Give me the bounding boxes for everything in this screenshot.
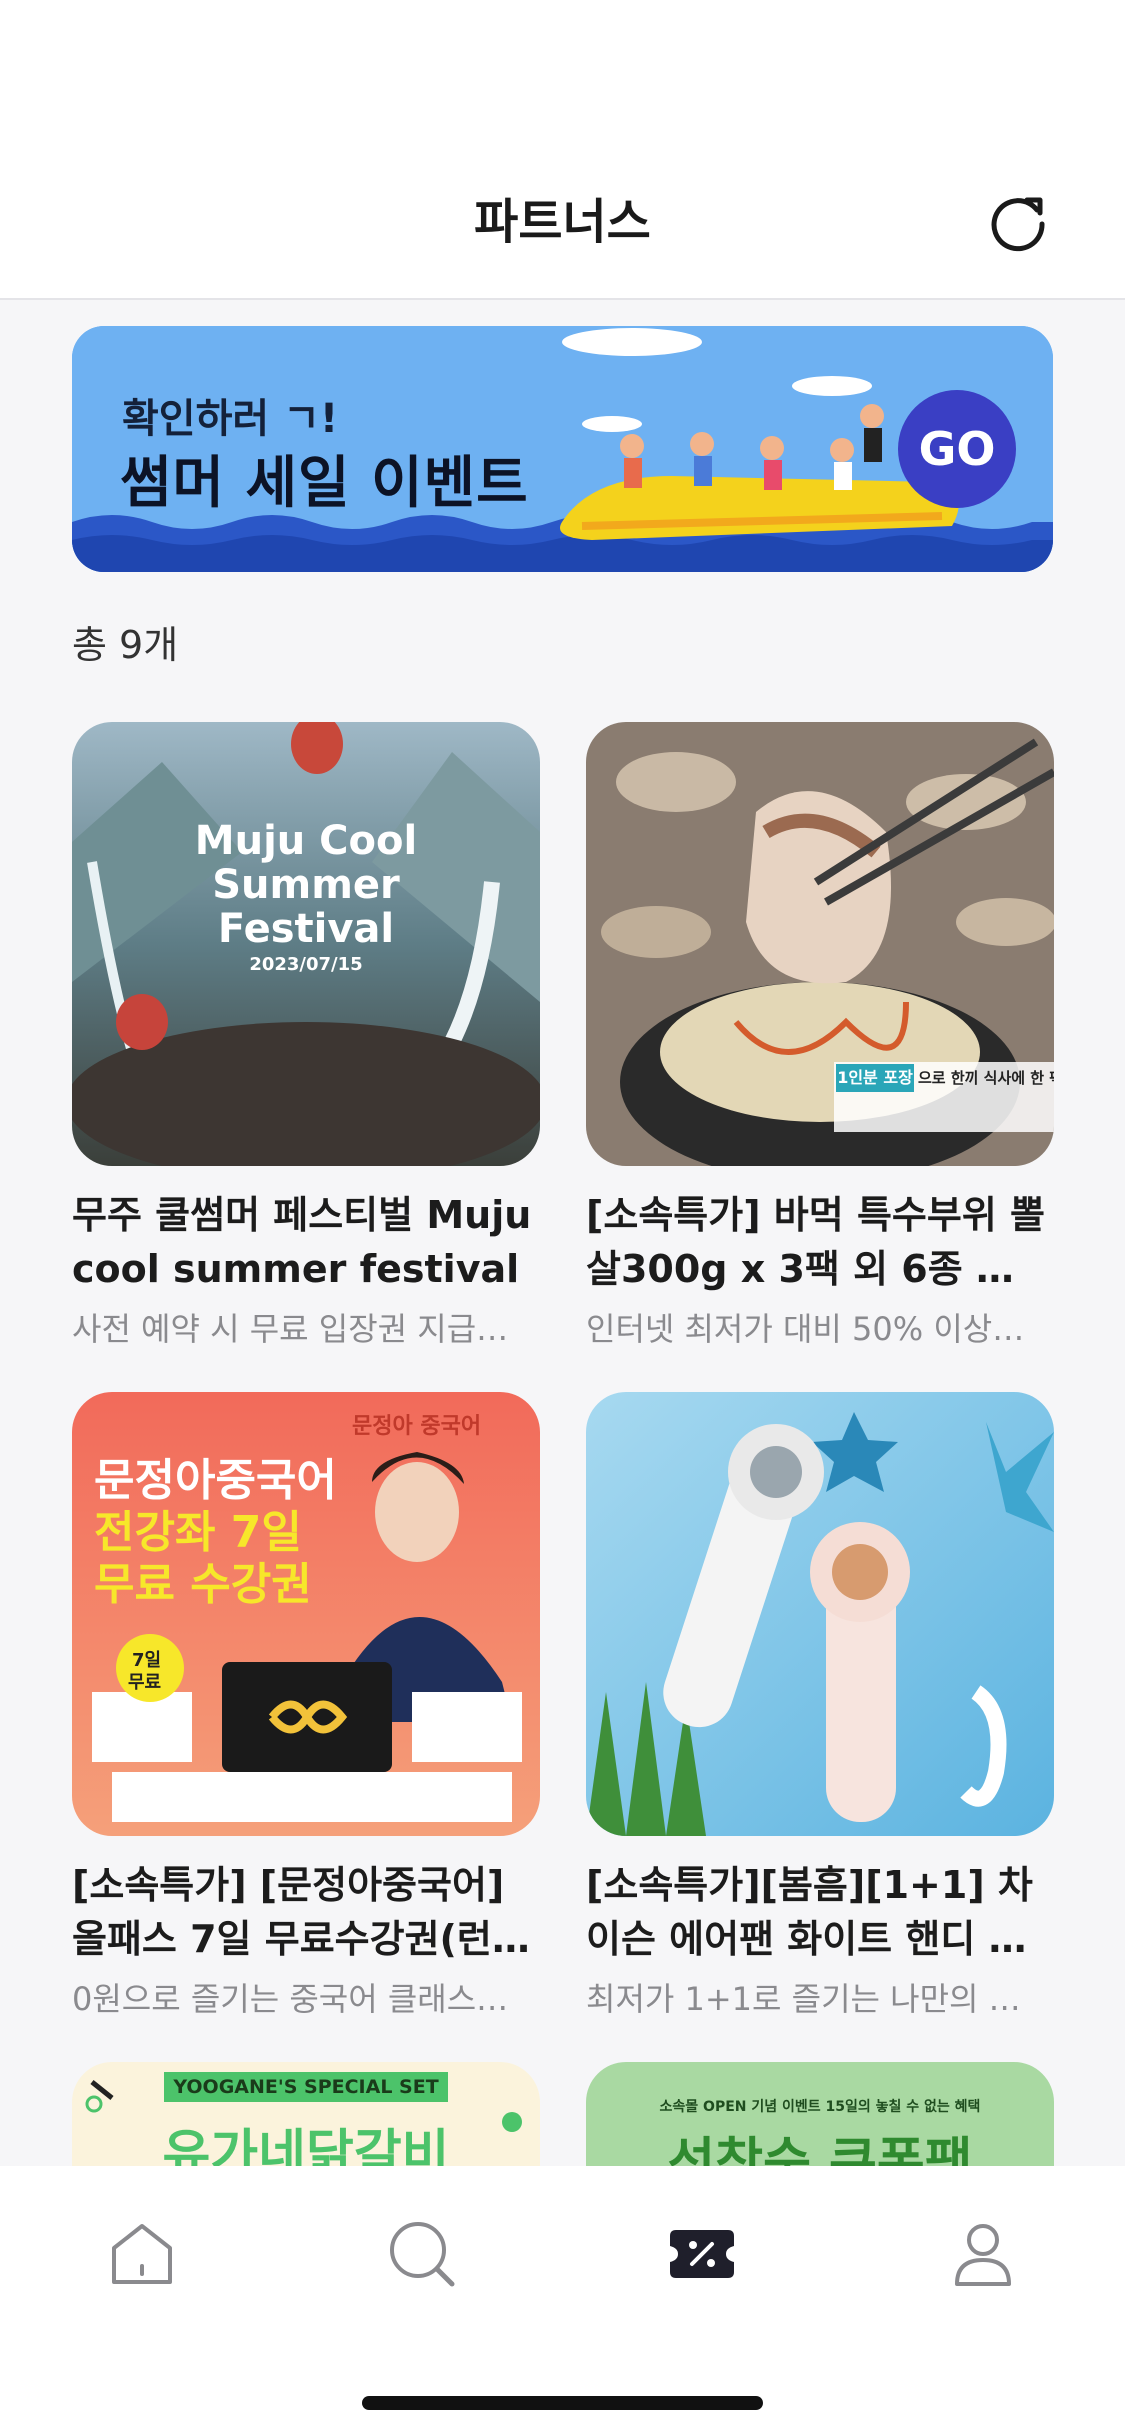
thumbnail-text: Summer bbox=[212, 862, 400, 908]
event-banner[interactable]: 확인하러 ㄱ! 썸머 세일 이벤트 GO bbox=[72, 326, 1053, 572]
thumbnail-text: Muju Cool bbox=[194, 818, 418, 864]
refresh-icon bbox=[991, 197, 1045, 252]
product-description: 0원으로 즐기는 중국어 클래스… bbox=[72, 1980, 509, 2018]
product-thumbnail: 소속몰 OPEN 기념 이벤트 15일의 놓칠 수 없는 혜택 선착순 쿠폰팩 bbox=[586, 2062, 1054, 2166]
status-bar-area bbox=[0, 0, 1125, 150]
thumbnail-badge: 1인분 포장 bbox=[836, 1064, 914, 1092]
product-description: 최저가 1+1로 즐기는 나만의 … bbox=[586, 1980, 1021, 2018]
banner-go-button[interactable]: GO bbox=[898, 390, 1016, 508]
home-indicator bbox=[362, 2396, 763, 2410]
product-thumbnail: YOOGANE'S SPECIAL SET 유가네닭갈비 bbox=[72, 2062, 540, 2166]
thumbnail-text: 무료 bbox=[128, 1672, 162, 1693]
home-icon bbox=[112, 2224, 172, 2284]
tab-coupon[interactable] bbox=[662, 2214, 742, 2294]
product-title: [소속특가][봄흠][1+1] 차이슨 에어팬 화이트 핸디 … bbox=[586, 1863, 1033, 1961]
thumbnail-text: 유가네닭갈비 bbox=[162, 2125, 450, 2166]
app-header: 파트너스 bbox=[0, 150, 1125, 300]
thumbnail-text: 으로 한끼 식사에 한 팩 bbox=[918, 1069, 1054, 1087]
tab-home[interactable] bbox=[102, 2214, 182, 2294]
thumbnail-text: 2023/07/15 bbox=[249, 954, 363, 975]
product-description: 사전 예약 시 무료 입장권 지급… bbox=[72, 1310, 509, 1348]
product-title: [소속특가] 바먹 특수부위 뽈살300g x 3팩 외 6종 … bbox=[586, 1193, 1045, 1291]
tab-profile[interactable] bbox=[943, 2214, 1023, 2294]
search-icon bbox=[390, 2222, 455, 2287]
refresh-button[interactable] bbox=[983, 186, 1053, 256]
thumbnail-text: 선착순 쿠폰팩 bbox=[667, 2133, 973, 2166]
total-count: 총 9개 bbox=[72, 623, 179, 667]
product-title: 무주 쿨썸머 페스티벌 Muju cool summer festival bbox=[72, 1193, 532, 1291]
page-title: 파트너스 bbox=[474, 194, 651, 250]
product-description: 인터넷 최저가 대비 50% 이상… bbox=[586, 1310, 1025, 1348]
thumbnail-text: 무료 수강권 bbox=[94, 1559, 312, 1610]
product-thumbnail bbox=[586, 1392, 1054, 1836]
product-thumbnail: 문정아 중국어 문정아중국어 전강좌 7일 무료 수강권 7일 무료 bbox=[72, 1392, 540, 1836]
banner-subtitle: 확인하러 ㄱ! bbox=[122, 396, 339, 442]
product-thumbnail: 1인분 포장 으로 한끼 식사에 한 팩 bbox=[586, 722, 1054, 1166]
profile-icon bbox=[955, 2224, 1011, 2286]
banner-title: 썸머 세일 이벤트 bbox=[120, 451, 529, 516]
product-title: [소속특가] [문정아중국어] 올패스 7일 무료수강권(런… bbox=[72, 1863, 530, 1961]
thumbnail-text: YOOGANE'S SPECIAL SET bbox=[173, 2076, 439, 2098]
thumbnail-brand: 문정아 중국어 bbox=[352, 1414, 482, 1439]
tab-search[interactable] bbox=[382, 2214, 462, 2294]
thumbnail-text: 소속몰 OPEN 기념 이벤트 15일의 놓칠 수 없는 혜택 bbox=[659, 2099, 981, 2115]
content-scroll[interactable]: 확인하러 ㄱ! 썸머 세일 이벤트 GO 총 9개 Muju Cool Summ… bbox=[0, 302, 1125, 2166]
coupon-icon bbox=[670, 2230, 734, 2278]
thumbnail-text: Festival bbox=[217, 906, 395, 952]
product-thumbnail: Muju Cool Summer Festival 2023/07/15 bbox=[72, 722, 540, 1166]
